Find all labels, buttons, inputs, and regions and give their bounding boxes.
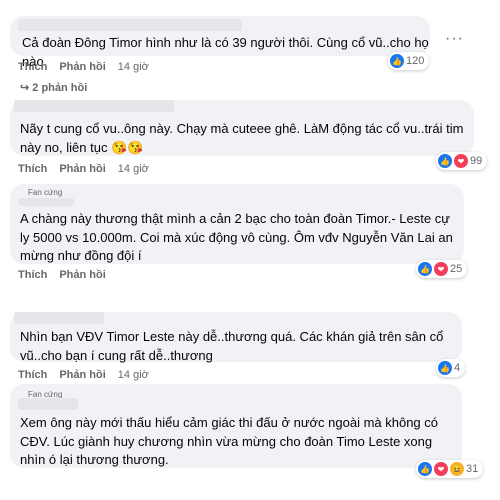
reaction-count: 99: [470, 155, 483, 167]
reply-button[interactable]: Phản hồi: [59, 369, 105, 381]
more-options-icon[interactable]: ···: [445, 30, 464, 48]
like-button[interactable]: Thích: [18, 163, 47, 175]
comment-actions: Thích Phản hồi: [18, 269, 106, 281]
reaction-summary[interactable]: 👍 ❤ 25: [416, 260, 468, 278]
haha-reaction-icon: 😆: [450, 462, 464, 476]
commenter-name[interactable]: [18, 398, 78, 410]
commenter-name[interactable]: [18, 19, 242, 31]
reaction-summary[interactable]: 👍 ❤ 99: [436, 152, 488, 170]
love-reaction-icon: ❤: [434, 462, 448, 476]
like-reaction-icon: 👍: [438, 361, 452, 375]
like-reaction-icon: 👍: [390, 54, 404, 68]
reply-arrow-icon: ↪: [20, 82, 33, 94]
reply-button[interactable]: Phản hồi: [59, 61, 105, 73]
comment-actions: Thích Phản hồi 14 giờ: [18, 369, 149, 381]
view-replies-link[interactable]: ↪ 2 phản hồi: [20, 81, 87, 94]
commenter-name[interactable]: [14, 312, 104, 324]
love-reaction-icon: ❤: [454, 154, 468, 168]
timestamp: 14 giờ: [117, 61, 149, 73]
like-button[interactable]: Thích: [18, 269, 47, 281]
comment-text: Xem ông này mới thấu hiểu cảm giác thi đ…: [20, 415, 439, 467]
timestamp: 14 giờ: [117, 163, 149, 175]
reply-button[interactable]: Phản hồi: [59, 269, 105, 281]
like-button[interactable]: Thích: [18, 369, 47, 381]
reaction-summary[interactable]: 👍 ❤ 😆 31: [416, 460, 484, 478]
comment-text: Nãy t cung cổ vu..ông này. Chạy mà cutee…: [20, 121, 464, 155]
reaction-summary[interactable]: 👍 120: [388, 52, 430, 70]
comment-actions: Thích Phản hồi 14 giờ: [18, 163, 149, 175]
like-reaction-icon: 👍: [438, 154, 452, 168]
like-reaction-icon: 👍: [418, 462, 432, 476]
reaction-summary[interactable]: 👍 4: [436, 359, 466, 377]
comment-text: Nhìn bạn VĐV Timor Leste này dễ..thương …: [20, 329, 444, 363]
comment-text: A chàng này thương thật mình a cản 2 bạc…: [20, 211, 453, 263]
commenter-name[interactable]: [14, 100, 174, 112]
fan-badge: Fan cứng: [28, 188, 63, 197]
reply-button[interactable]: Phản hồi: [59, 163, 105, 175]
timestamp: 14 giờ: [117, 369, 149, 381]
reaction-count: 4: [454, 362, 461, 374]
like-reaction-icon: 👍: [418, 262, 432, 276]
like-button[interactable]: Thích: [18, 61, 47, 73]
reaction-count: 120: [406, 55, 425, 67]
comment-actions: Thích Phản hồi 14 giờ: [18, 61, 149, 73]
commenter-name[interactable]: [18, 198, 74, 206]
love-reaction-icon: ❤: [434, 262, 448, 276]
reaction-count: 25: [450, 263, 463, 275]
reaction-count: 31: [466, 463, 479, 475]
